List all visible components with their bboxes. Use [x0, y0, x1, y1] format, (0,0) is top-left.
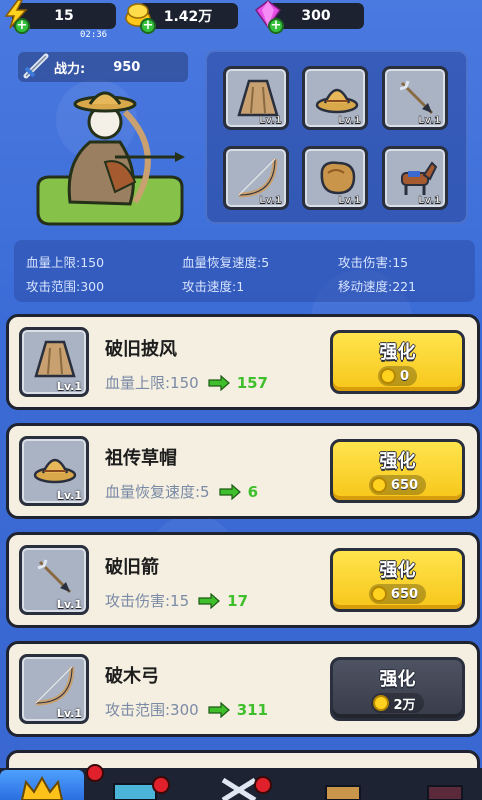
resource-bar: 15 + 1.42万 + 300 + 02:36 [0, 0, 482, 40]
equip-slot-arrow[interactable]: Lv.1 [382, 66, 448, 130]
upgrade-cost: 2万 [371, 693, 424, 713]
nav-tab-map[interactable] [318, 780, 368, 800]
straw-hat-icon [33, 458, 77, 484]
item-stat: 血量上限:150 157 [105, 373, 268, 393]
equip-slot-horse[interactable]: Lv.1 [382, 146, 448, 210]
equipment-panel: Lv.1 Lv.1 Lv.1 Lv.1 Lv.1 Lv.1 [205, 50, 468, 224]
upgrade-button-disabled[interactable]: 强化 2万 [330, 657, 465, 721]
item-icon-box[interactable]: Lv.1 [19, 654, 89, 724]
item-stat: 血量恢复速度:5 6 [105, 482, 259, 502]
item-icon-box[interactable]: Lv.1 [19, 545, 89, 615]
character-avatar [36, 91, 185, 226]
timer: 02:36 [80, 30, 108, 40]
stat-hp-regen: 血量恢复速度:5 [182, 255, 270, 270]
notification-dot [86, 764, 104, 782]
add-energy-button[interactable]: + [14, 18, 30, 34]
coin-icon [370, 477, 387, 493]
arrow-icon [37, 559, 72, 594]
item-card-bow: Lv.1 破木弓 攻击范围:300 311 强化 2万 [6, 641, 480, 737]
notification-dot [254, 776, 272, 794]
stat-max-hp: 血量上限:150 [26, 255, 105, 270]
nav-tab-equipment[interactable] [0, 770, 84, 800]
stat-attack-range: 攻击范围:300 [26, 279, 105, 294]
coin-icon [370, 586, 387, 602]
item-name: 祖传草帽 [105, 448, 177, 469]
arrow-right-icon [208, 374, 230, 391]
item-card-arrow: Lv.1 破旧箭 攻击伤害:15 17 强化 650 [6, 532, 480, 628]
item-icon-box[interactable]: Lv.1 [19, 327, 89, 397]
equip-slot-bow[interactable]: Lv.1 [223, 146, 289, 210]
sword-icon [23, 53, 49, 79]
cloak-icon [34, 340, 76, 378]
stat-attack-speed: 攻击速度:1 [182, 279, 245, 294]
crown-icon [20, 775, 64, 800]
bow-icon [35, 666, 75, 706]
upgrade-cost: 650 [368, 584, 427, 604]
upgrade-cost: 0 [377, 366, 418, 386]
upgrade-button[interactable]: 强化 0 [330, 330, 465, 394]
gold-value: 1.42万 [163, 9, 213, 25]
item-stat: 攻击范围:300 311 [105, 700, 268, 720]
stat-attack-damage: 攻击伤害:15 [338, 255, 409, 270]
upgrade-button[interactable]: 强化 650 [330, 548, 465, 612]
item-name: 破旧披风 [105, 339, 177, 360]
item-icon-box[interactable]: Lv.1 [19, 436, 89, 506]
arrow-right-icon [198, 592, 221, 609]
arrow-right-icon [208, 701, 230, 718]
item-name: 破木弓 [105, 666, 159, 687]
stats-panel: 血量上限:150 血量恢复速度:5 攻击伤害:15 攻击范围:300 攻击速度:… [14, 240, 475, 302]
power-value: 950 [113, 59, 141, 75]
notification-dot [152, 776, 170, 794]
upgrade-cost: 650 [368, 475, 427, 495]
item-name: 破旧箭 [105, 557, 159, 578]
stat-move-speed: 移动速度:221 [338, 279, 417, 294]
upgrade-button[interactable]: 强化 650 [330, 439, 465, 503]
gem-value: 300 [301, 8, 331, 24]
energy-value: 15 [54, 8, 74, 24]
add-gems-button[interactable]: + [268, 18, 284, 34]
coin-icon [379, 368, 396, 384]
coin-icon [373, 695, 390, 711]
power-label: 战力: [54, 61, 86, 77]
combat-power: 战力: 950 [18, 52, 188, 82]
nav-tab-more[interactable] [420, 780, 470, 800]
equip-slot-hat[interactable]: Lv.1 [302, 66, 368, 130]
equip-slot-bread[interactable]: Lv.1 [302, 146, 368, 210]
equip-slot-cloak[interactable]: Lv.1 [223, 66, 289, 130]
item-card-cloak: Lv.1 破旧披风 血量上限:150 157 强化 0 [6, 314, 480, 410]
item-stat: 攻击伤害:15 17 [105, 591, 249, 611]
item-card-hat: Lv.1 祖传草帽 血量恢复速度:5 6 强化 650 [6, 423, 480, 519]
add-gold-button[interactable]: + [140, 18, 156, 34]
arrow-right-icon [219, 483, 241, 500]
